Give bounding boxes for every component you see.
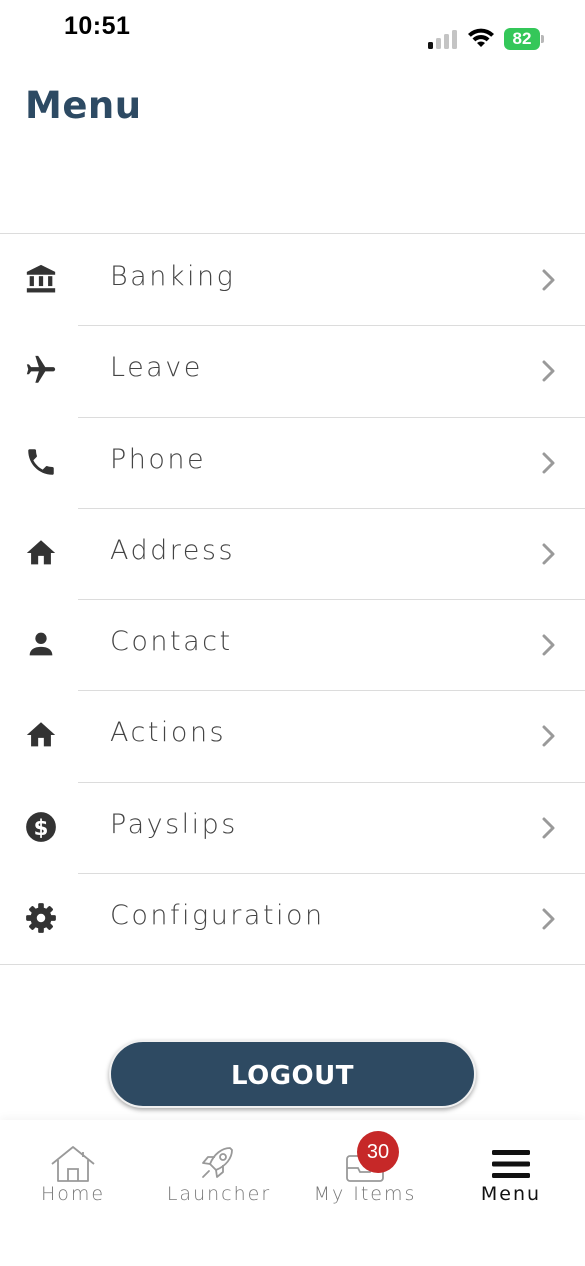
chevron-right-icon bbox=[542, 543, 555, 565]
menu-item-phone[interactable]: Phone bbox=[0, 416, 585, 508]
menu-item-label: Payslips bbox=[110, 808, 238, 840]
chevron-right-icon bbox=[542, 725, 555, 747]
menu-item-label: Contact bbox=[110, 626, 233, 658]
phone-icon bbox=[28, 448, 54, 475]
tab-label: My Items bbox=[313, 1183, 417, 1205]
status-bar: 10:51 82 bbox=[0, 0, 585, 60]
home-icon bbox=[26, 722, 56, 747]
tab-home[interactable]: Home bbox=[0, 1120, 146, 1220]
chevron-right-icon bbox=[542, 269, 555, 291]
tab-label: Launcher bbox=[166, 1183, 272, 1205]
battery-level: 82 bbox=[504, 28, 540, 50]
chevron-right-icon bbox=[542, 908, 555, 930]
tab-launcher[interactable]: Launcher bbox=[146, 1120, 292, 1220]
menu-item-contact[interactable]: Contact bbox=[0, 599, 585, 690]
bank-icon bbox=[26, 264, 56, 293]
status-time: 10:51 bbox=[64, 12, 131, 40]
tab-label: Home bbox=[40, 1183, 106, 1205]
menu-item-label: Phone bbox=[110, 443, 207, 475]
wifi-icon bbox=[468, 28, 494, 47]
chevron-right-icon bbox=[542, 452, 555, 474]
menu-item-actions[interactable]: Actions bbox=[0, 690, 585, 781]
chevron-right-icon bbox=[542, 360, 555, 382]
menu-list: Banking Leave Phone Address Contact Acti… bbox=[0, 233, 585, 966]
menu-item-label: Banking bbox=[110, 261, 236, 292]
tab-menu[interactable]: Menu bbox=[438, 1120, 584, 1220]
gear-icon bbox=[26, 903, 56, 933]
menu-item-leave[interactable]: Leave bbox=[0, 325, 585, 416]
svg-text:$: $ bbox=[34, 816, 49, 841]
menu-item-label: Leave bbox=[110, 352, 203, 384]
menu-item-configuration[interactable]: Configuration bbox=[0, 873, 585, 964]
rocket-icon bbox=[202, 1147, 233, 1178]
logout-button[interactable]: LOGOUT bbox=[109, 1040, 476, 1108]
house-outline-icon bbox=[51, 1146, 95, 1182]
page-title: Menu bbox=[25, 84, 142, 127]
chevron-right-icon bbox=[542, 817, 555, 839]
bottom-tab-bar: Home Launcher My Items Menu 30 bbox=[0, 1120, 585, 1266]
dollar-circle-icon: $ bbox=[26, 811, 56, 842]
tab-label: Menu bbox=[480, 1183, 542, 1205]
chevron-right-icon bbox=[542, 634, 555, 656]
menu-item-payslips[interactable]: $ Payslips bbox=[0, 781, 585, 873]
airplane-icon bbox=[26, 356, 56, 384]
notification-badge: 30 bbox=[357, 1131, 399, 1173]
menu-item-label: Actions bbox=[110, 717, 227, 749]
menu-item-address[interactable]: Address bbox=[0, 507, 585, 599]
person-icon bbox=[29, 632, 53, 656]
menu-item-label: Configuration bbox=[110, 900, 325, 932]
hamburger-icon bbox=[492, 1150, 530, 1178]
menu-item-banking[interactable]: Banking bbox=[0, 234, 585, 325]
home-icon bbox=[26, 540, 56, 565]
battery-icon: 82 bbox=[504, 28, 544, 50]
cellular-signal-icon bbox=[428, 29, 458, 49]
menu-item-label: Address bbox=[110, 534, 236, 566]
